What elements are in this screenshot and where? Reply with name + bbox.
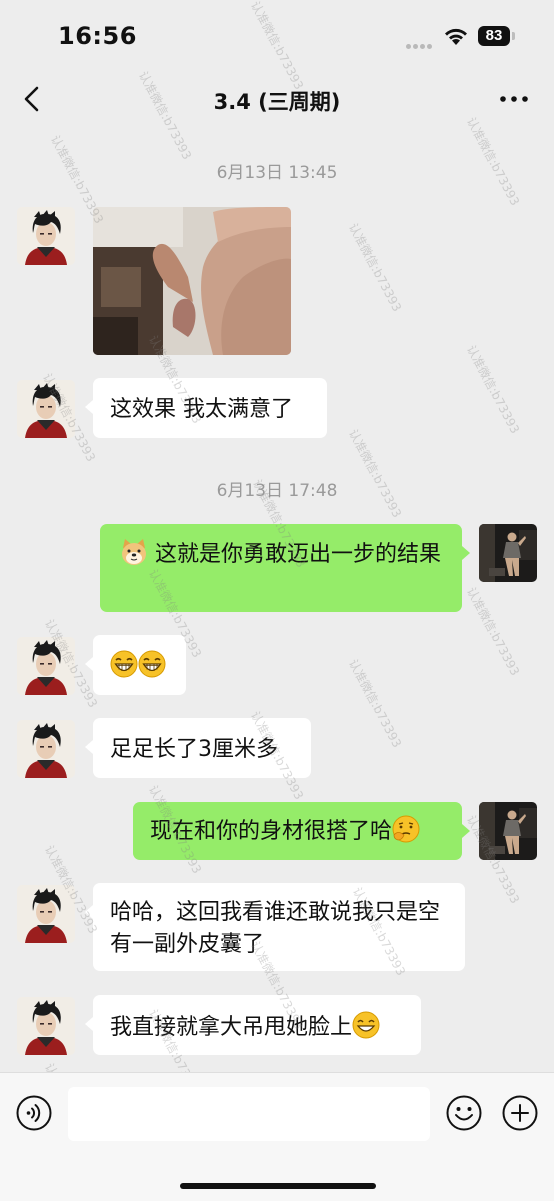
- contact-avatar[interactable]: [17, 380, 75, 438]
- more-icon[interactable]: [498, 88, 530, 110]
- chat-header: 3.4 (三周期): [0, 74, 554, 126]
- message-text: 哈哈，这回我看谁还敢说我只是空有一副外皮囊了: [110, 900, 441, 957]
- chat-title[interactable]: 3.4 (三周期): [0, 86, 554, 116]
- laugh-emoji: [352, 1011, 380, 1039]
- contact-avatar-image: [17, 207, 75, 265]
- timestamp: 6月13日 13:45: [216, 163, 338, 183]
- my-avatar[interactable]: [479, 524, 537, 582]
- emoji-icon[interactable]: [446, 1095, 482, 1131]
- contact-avatar-image: [17, 885, 75, 943]
- contact-avatar-image: [17, 380, 75, 438]
- message-bubble-incoming[interactable]: 我直接就拿大吊甩她脸上: [85, 995, 421, 1055]
- status-time: 16:56: [58, 22, 137, 50]
- my-avatar-image: [479, 802, 537, 860]
- battery-level: 83: [478, 26, 510, 46]
- wifi-icon: [445, 28, 467, 45]
- watermark: 认准微信:b73393: [345, 220, 405, 314]
- message-bubble-incoming[interactable]: [85, 635, 186, 695]
- message-bubble-outgoing[interactable]: 现在和你的身材很搭了哈: [133, 802, 470, 860]
- grin-emoji: [110, 650, 138, 678]
- watermark: 认准微信:b73393: [345, 656, 405, 750]
- status-bar: 16:56 83: [0, 0, 554, 74]
- input-bar: [0, 1072, 554, 1201]
- contact-avatar-image: [17, 637, 75, 695]
- message-text: 这效果 我太满意了: [110, 397, 293, 422]
- grin-emoji: [138, 650, 166, 678]
- message-text: 我直接就拿大吊甩她脸上: [110, 1015, 353, 1040]
- my-avatar-image: [479, 524, 537, 582]
- contact-avatar-image: [17, 720, 75, 778]
- message-bubble-incoming[interactable]: 这效果 我太满意了: [85, 378, 327, 438]
- image-thumbnail: [93, 207, 291, 355]
- signal-icon: [406, 34, 436, 49]
- my-avatar[interactable]: [479, 802, 537, 860]
- voice-icon[interactable]: [16, 1095, 52, 1131]
- message-text: 这就是你勇敢迈出一步的结果: [155, 542, 442, 567]
- message-bubble-incoming[interactable]: 足足长了3厘米多: [85, 718, 311, 778]
- contact-avatar[interactable]: [17, 207, 75, 265]
- message-bubble-outgoing[interactable]: 这就是你勇敢迈出一步的结果: [100, 524, 470, 612]
- contact-avatar[interactable]: [17, 637, 75, 695]
- doge-emoji: [120, 538, 148, 566]
- battery-icon: 83: [478, 26, 516, 48]
- watermark: 认准微信:b73393: [463, 342, 523, 436]
- watermark: 认准微信:b73393: [463, 584, 523, 678]
- plus-icon[interactable]: [502, 1095, 538, 1131]
- message-text: 现在和你的身材很搭了哈: [150, 819, 393, 844]
- thinking-emoji: [392, 815, 420, 843]
- message-text: 足足长了3厘米多: [110, 737, 278, 762]
- image-message[interactable]: [93, 207, 291, 355]
- contact-avatar[interactable]: [17, 720, 75, 778]
- contact-avatar[interactable]: [17, 997, 75, 1055]
- contact-avatar-image: [17, 997, 75, 1055]
- home-indicator: [180, 1183, 376, 1189]
- message-bubble-incoming[interactable]: 哈哈，这回我看谁还敢说我只是空有一副外皮囊了: [85, 883, 465, 971]
- contact-avatar[interactable]: [17, 885, 75, 943]
- timestamp: 6月13日 17:48: [216, 481, 338, 501]
- message-input[interactable]: [68, 1087, 430, 1141]
- watermark: 认准微信:b73393: [345, 426, 405, 520]
